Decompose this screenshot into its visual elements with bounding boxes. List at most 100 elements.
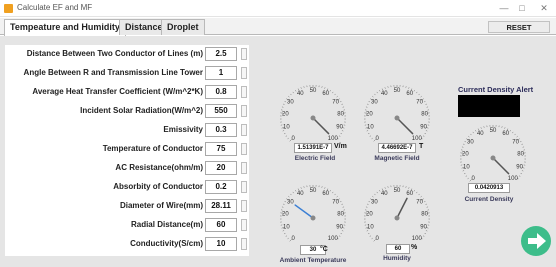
stepper-icon[interactable] xyxy=(241,143,247,155)
gauge-tick-mark xyxy=(332,91,334,94)
gauge-tick-mark xyxy=(422,135,425,137)
param-label: Distance Between Two Conductor of Lines … xyxy=(26,49,203,58)
gauge-tick-mark xyxy=(465,175,468,177)
gauge-tick-mark xyxy=(334,193,336,196)
electric-field-unit: V/m xyxy=(334,143,347,150)
gauge-tick-label: 40 xyxy=(297,191,304,197)
param-row-solar-radiation: Incident Solar Radiation(W/m^2) 550 xyxy=(5,102,249,121)
minimize-button[interactable]: — xyxy=(496,1,512,15)
gauge-tick-mark xyxy=(426,106,429,108)
gauge-tick-mark xyxy=(425,130,428,132)
conductor-distance-input[interactable]: 2.5 xyxy=(205,47,237,61)
gauge-tick-mark xyxy=(283,232,286,235)
gauge-tick-mark xyxy=(520,172,523,175)
param-label: AC Resistance(ohm/m) xyxy=(115,163,203,172)
stepper-icon[interactable] xyxy=(241,48,247,60)
conductor-temperature-input[interactable]: 75 xyxy=(205,142,237,156)
ambient-temperature-caption: Ambient Temperature xyxy=(279,257,347,264)
gauge-tick-label: 70 xyxy=(332,100,339,106)
gauge-tick-mark xyxy=(463,172,466,175)
absorbity-input[interactable]: 0.2 xyxy=(205,180,237,194)
gauge-tick-mark xyxy=(420,195,422,198)
radial-distance-input[interactable]: 60 xyxy=(205,218,237,232)
electric-field-dial: 0102030405060708090100 xyxy=(280,85,346,142)
stepper-icon[interactable] xyxy=(241,181,247,193)
gauge-tick-label: 0 xyxy=(376,136,380,142)
stepper-icon[interactable] xyxy=(241,219,247,231)
gauge-tick-mark xyxy=(468,135,470,138)
param-label: Radial Distance(m) xyxy=(130,220,203,229)
gauge-tick-mark xyxy=(367,232,370,235)
solar-radiation-input[interactable]: 550 xyxy=(205,104,237,118)
gauge-tick-label: 30 xyxy=(467,140,474,146)
reset-button[interactable]: RESET xyxy=(488,21,550,33)
ambient-temperature-dial: 0102030405060708090100 xyxy=(280,185,346,242)
close-button[interactable]: ✕ xyxy=(536,1,552,15)
gauge-tick-label: 20 xyxy=(366,212,373,218)
next-button[interactable] xyxy=(521,226,551,256)
gauge-tick-mark xyxy=(340,232,343,235)
gauge-tick-mark xyxy=(365,106,368,108)
gauge-tick-mark xyxy=(372,95,374,98)
gauge-tick-mark xyxy=(504,127,506,129)
stepper-icon[interactable] xyxy=(241,200,247,212)
app-icon xyxy=(4,4,13,13)
gauge-tick-label: 80 xyxy=(421,112,428,118)
param-label: Average Heat Transfer Coefficient (W/m^2… xyxy=(32,87,203,96)
gauge-tick-label: 20 xyxy=(282,112,289,118)
gauge-tick-mark xyxy=(371,137,373,140)
gauge-tick-mark xyxy=(425,203,427,205)
conductivity-input[interactable]: 10 xyxy=(205,237,237,251)
gauge-tick-label: 60 xyxy=(406,91,413,97)
gauge-tick-mark xyxy=(418,193,420,196)
gauge-tick-mark xyxy=(512,131,514,134)
gauge-tick-label: 30 xyxy=(287,100,294,106)
gauge-tick-mark xyxy=(300,187,302,189)
ac-resistance-input[interactable]: 20 xyxy=(205,161,237,175)
stepper-icon[interactable] xyxy=(241,67,247,79)
tab-temperature-humidity[interactable]: Tempeature and Humidity xyxy=(4,19,126,36)
gauge-tick-label: 20 xyxy=(366,112,373,118)
title-bar: Calculate EF and MF — □ ✕ xyxy=(0,0,556,17)
gauge-tick-mark xyxy=(461,146,464,148)
gauge-tick-label: 100 xyxy=(508,176,519,182)
gauge-tick-label: 30 xyxy=(371,200,378,206)
gauge-tick-label: 30 xyxy=(287,200,294,206)
stepper-icon[interactable] xyxy=(241,238,247,250)
gauge-tick-label: 20 xyxy=(462,152,469,158)
gauge-tick-mark xyxy=(288,195,290,198)
stepper-icon[interactable] xyxy=(241,162,247,174)
gauge-tick-mark xyxy=(420,95,422,98)
electric-field-value: 1.51391E-7 xyxy=(294,143,332,153)
stepper-icon[interactable] xyxy=(241,86,247,98)
stepper-icon[interactable] xyxy=(241,124,247,136)
gauge-tick-label: 10 xyxy=(283,125,290,131)
gauge-tick-mark xyxy=(300,87,302,89)
gauge-tick-mark xyxy=(416,191,418,194)
gauge-tick-label: 0 xyxy=(376,236,380,242)
gauge-tick-label: 80 xyxy=(517,152,524,158)
gauge-tick-mark xyxy=(413,190,415,192)
tower-angle-input[interactable]: 1 xyxy=(205,66,237,80)
wire-diameter-input[interactable]: 28.11 xyxy=(205,199,237,213)
electric-field-caption: Electric Field xyxy=(294,155,336,162)
stepper-icon[interactable] xyxy=(241,105,247,117)
gauge-tick-mark xyxy=(376,191,378,194)
gauge-tick-mark xyxy=(470,133,472,136)
gauge-tick-mark xyxy=(472,131,474,134)
gauge-tick-label: 100 xyxy=(412,136,423,142)
param-row-ac-resistance: AC Resistance(ohm/m) 20 xyxy=(5,159,249,178)
gauge-tick-label: 60 xyxy=(406,191,413,197)
param-row-absorbity: Absorbity of Conductor 0.2 xyxy=(5,178,249,197)
humidity-dial: 0102030405060708090100 xyxy=(364,185,430,242)
tab-droplet[interactable]: Droplet xyxy=(161,19,205,35)
ambient-temperature-unit: °C xyxy=(320,246,328,253)
gauge-tick-mark xyxy=(292,91,294,94)
gauge-tick-mark xyxy=(336,195,338,198)
maximize-button[interactable]: □ xyxy=(514,1,530,15)
current-density-alert-title: Current Density Alert xyxy=(458,85,534,94)
gauge-tick-label: 60 xyxy=(322,91,329,97)
emissivity-input[interactable]: 0.3 xyxy=(205,123,237,137)
heat-transfer-input[interactable]: 0.8 xyxy=(205,85,237,99)
param-label: Temperature of Conductor xyxy=(102,144,203,153)
